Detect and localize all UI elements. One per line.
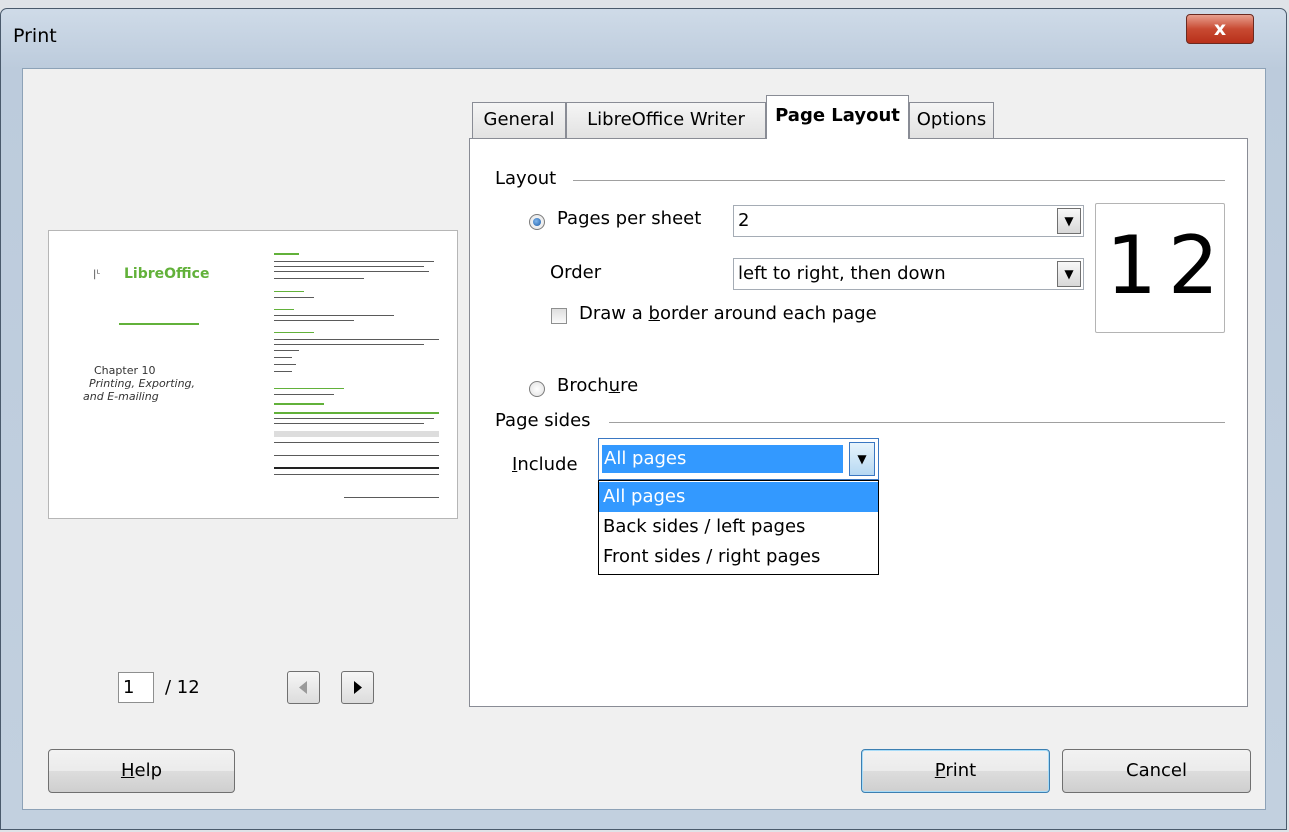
- preview-page-2: 2: [1168, 219, 1219, 312]
- tab-options[interactable]: Options: [909, 102, 994, 138]
- chevron-down-icon[interactable]: ▼: [849, 442, 875, 476]
- doc-text-line: [274, 364, 296, 365]
- doc-text-line: [274, 320, 354, 321]
- doc-text-line: [274, 344, 424, 345]
- tab-page-layout[interactable]: Page Layout: [766, 95, 909, 139]
- include-value: All pages: [601, 444, 844, 474]
- doc-text-line: [274, 394, 334, 395]
- include-label: Include: [512, 454, 578, 475]
- doc-text-line: [274, 332, 314, 333]
- doc-heading: Chapter 10: [94, 364, 156, 377]
- print-dialog: Print x |ᴸ LibreOffice Chapter 10 Printi…: [0, 8, 1287, 830]
- include-select[interactable]: All pages ▼: [598, 438, 879, 480]
- dropdown-option-all-pages[interactable]: All pages: [599, 482, 878, 512]
- help-button[interactable]: Help: [48, 749, 235, 793]
- pages-per-sheet-radio[interactable]: [529, 214, 545, 230]
- doc-table-header: [274, 431, 439, 437]
- preview-page-1: 1: [1106, 219, 1157, 312]
- doc-subtitle-1: Printing, Exporting,: [89, 377, 196, 390]
- pages-per-sheet-label: Pages per sheet: [557, 208, 702, 229]
- doc-table-rule: [274, 467, 439, 469]
- pages-per-sheet-select[interactable]: 2 ▼: [733, 205, 1084, 237]
- layout-group-label: Layout: [495, 168, 557, 189]
- doc-green-line: [119, 323, 199, 325]
- doc-text-line: [274, 357, 292, 358]
- title-bar[interactable]: Print x: [1, 9, 1286, 69]
- tab-general[interactable]: General: [472, 102, 566, 138]
- prev-page-button[interactable]: [287, 671, 320, 704]
- brochure-radio[interactable]: [529, 381, 545, 397]
- page-number-input[interactable]: 1: [118, 672, 154, 703]
- doc-footer-line: [344, 497, 439, 498]
- pages-per-sheet-value: 2: [738, 210, 750, 231]
- doc-text-line: [274, 261, 434, 262]
- doc-text-line: [274, 297, 314, 298]
- dropdown-option-front-sides[interactable]: Front sides / right pages: [599, 542, 878, 572]
- doc-text-line: [274, 418, 434, 419]
- doc-text-line: [274, 266, 424, 267]
- layout-group-divider: [573, 180, 1225, 181]
- doc-text-line: [274, 315, 394, 316]
- doc-text-line: [274, 271, 429, 272]
- cancel-button[interactable]: Cancel: [1062, 749, 1251, 793]
- doc-text-line: [274, 423, 424, 424]
- page-sides-group-divider: [609, 422, 1225, 423]
- page-sides-group-label: Page sides: [495, 410, 591, 431]
- dropdown-option-back-sides[interactable]: Back sides / left pages: [599, 512, 878, 542]
- doc-text-line: [274, 403, 324, 405]
- close-button[interactable]: x: [1186, 14, 1254, 44]
- chevron-down-icon[interactable]: ▼: [1057, 208, 1081, 234]
- doc-table-row: [274, 474, 439, 475]
- draw-border-label: Draw a border around each page: [579, 303, 877, 324]
- page-total: / 12: [165, 677, 200, 698]
- tab-libreoffice-writer[interactable]: LibreOffice Writer: [566, 102, 766, 138]
- doc-text-line: [274, 339, 439, 340]
- draw-border-checkbox[interactable]: [551, 308, 567, 324]
- window-title: Print: [13, 25, 57, 47]
- print-button[interactable]: Print: [861, 749, 1050, 793]
- triangle-right-icon: [354, 681, 362, 694]
- doc-text-line: [274, 278, 364, 279]
- include-dropdown-list: All pages Back sides / left pages Front …: [598, 480, 879, 575]
- doc-text-line: [274, 309, 294, 310]
- doc-table-row: [274, 442, 439, 443]
- print-preview: |ᴸ LibreOffice Chapter 10 Printing, Expo…: [48, 230, 458, 519]
- doc-text-line: [274, 291, 304, 292]
- n-up-preview: 1 2: [1095, 203, 1225, 333]
- doc-subtitle-2: and E-mailing: [83, 390, 159, 403]
- doc-text-line: [274, 253, 299, 255]
- next-page-button[interactable]: [341, 671, 374, 704]
- doc-logo: LibreOffice: [124, 266, 210, 282]
- triangle-left-icon: [299, 681, 307, 694]
- chevron-down-icon[interactable]: ▼: [1057, 261, 1081, 287]
- order-value: left to right, then down: [738, 263, 946, 284]
- doc-rule: [274, 412, 439, 414]
- brochure-label: Brochure: [557, 375, 639, 396]
- doc-text-line: [274, 388, 344, 389]
- order-label: Order: [550, 262, 602, 283]
- doc-text-line: [274, 350, 299, 351]
- doc-text-line: [274, 371, 292, 372]
- doc-logo-mark: |ᴸ: [93, 269, 100, 280]
- close-icon: x: [1213, 18, 1227, 40]
- doc-table-row: [274, 455, 439, 456]
- order-select[interactable]: left to right, then down ▼: [733, 258, 1084, 290]
